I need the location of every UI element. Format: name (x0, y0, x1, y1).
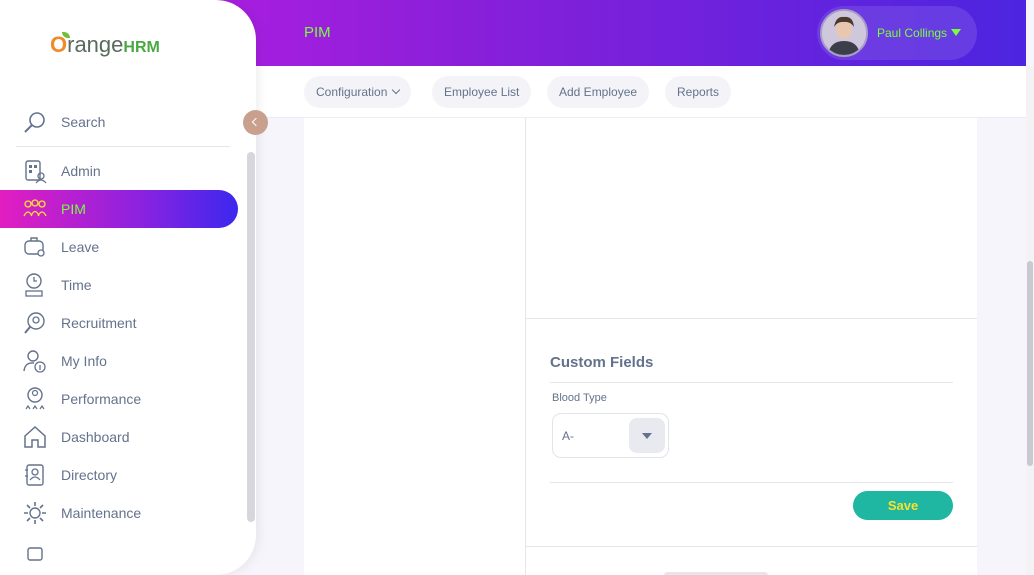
tab-label: Employee List (444, 85, 520, 99)
tab-employee-list[interactable]: Employee List (432, 76, 532, 108)
sub-navigation: Configuration Employee List Add Employee… (256, 66, 1026, 118)
search-icon (22, 110, 48, 136)
page-scrollbar-thumb[interactable] (1027, 261, 1033, 466)
pim-icon (22, 196, 48, 222)
sidebar-item-partial[interactable] (0, 532, 238, 570)
user-name: Paul Collings (877, 26, 948, 40)
admin-icon (22, 158, 48, 184)
sidebar-item-admin[interactable]: Admin (0, 152, 238, 190)
sidebar-item-pim[interactable]: PIM (0, 190, 238, 228)
sidebar-search[interactable]: Search (20, 108, 230, 136)
divider (550, 482, 953, 483)
divider (16, 146, 230, 147)
maintenance-icon (22, 500, 48, 526)
sidebar-item-label: PIM (61, 201, 86, 217)
tab-label: Configuration (316, 85, 388, 99)
divider (525, 318, 977, 319)
blood-type-label: Blood Type (552, 392, 607, 404)
search-label: Search (61, 114, 106, 130)
divider (550, 382, 953, 383)
sidebar-item-time[interactable]: Time (0, 266, 238, 304)
sidebar-item-label: Admin (61, 163, 101, 179)
sidebar-item-recruitment[interactable]: Recruitment (0, 304, 238, 342)
custom-fields-title: Custom Fields (550, 354, 654, 371)
sidebar-item-dashboard[interactable]: Dashboard (0, 418, 238, 456)
directory-icon (22, 462, 48, 488)
sidebar-item-maintenance[interactable]: Maintenance (0, 494, 238, 532)
sidebar-item-label: Directory (61, 467, 118, 483)
sidebar-item-label: Time (61, 277, 92, 293)
page-scrollbar[interactable] (1026, 66, 1034, 575)
sidebar: OrangeHRM Search Admin PIM Leave Time Re… (0, 0, 256, 575)
blood-type-value: A- (562, 429, 574, 443)
blood-type-select[interactable]: A- (552, 413, 669, 458)
divider (525, 546, 977, 547)
dropdown-toggle[interactable] (629, 418, 665, 453)
sidebar-item-leave[interactable]: Leave (0, 228, 238, 266)
sidebar-item-label: Recruitment (61, 315, 137, 331)
sidebar-item-label: Maintenance (61, 505, 142, 521)
module-title: PIM (304, 24, 331, 41)
logo-range: range (67, 32, 124, 57)
chevron-left-icon (251, 117, 261, 127)
leave-icon (22, 234, 48, 260)
avatar (820, 9, 868, 57)
sidebar-item-label: Dashboard (61, 429, 130, 445)
sidebar-item-my-info[interactable]: My Info (0, 342, 238, 380)
content-left-panel (304, 118, 525, 575)
recruitment-icon (22, 310, 48, 336)
sidebar-scrollbar[interactable] (247, 152, 255, 522)
sidebar-item-directory[interactable]: Directory (0, 456, 238, 494)
time-icon (22, 272, 48, 298)
user-menu[interactable]: Paul Collings (817, 6, 977, 60)
sidebar-item-performance[interactable]: Performance (0, 380, 238, 418)
sidebar-item-label: Leave (61, 239, 100, 255)
tab-label: Add Employee (559, 85, 638, 99)
collapse-sidebar-button[interactable] (243, 110, 268, 135)
tab-reports[interactable]: Reports (665, 76, 732, 108)
caret-down-icon (951, 29, 961, 36)
partial-icon (22, 538, 48, 564)
chevron-down-icon (392, 85, 401, 95)
dashboard-icon (22, 424, 48, 450)
caret-down-icon (642, 433, 652, 439)
performance-icon (22, 386, 48, 412)
tab-add-employee[interactable]: Add Employee (547, 76, 650, 108)
save-button[interactable]: Save (853, 491, 953, 520)
sidebar-item-label: Performance (61, 391, 142, 407)
logo-hrm: HRM (123, 39, 160, 56)
tab-configuration[interactable]: Configuration (304, 76, 412, 108)
sidebar-item-label: My Info (61, 353, 107, 369)
tab-label: Reports (677, 85, 720, 99)
my-info-icon (22, 348, 48, 374)
